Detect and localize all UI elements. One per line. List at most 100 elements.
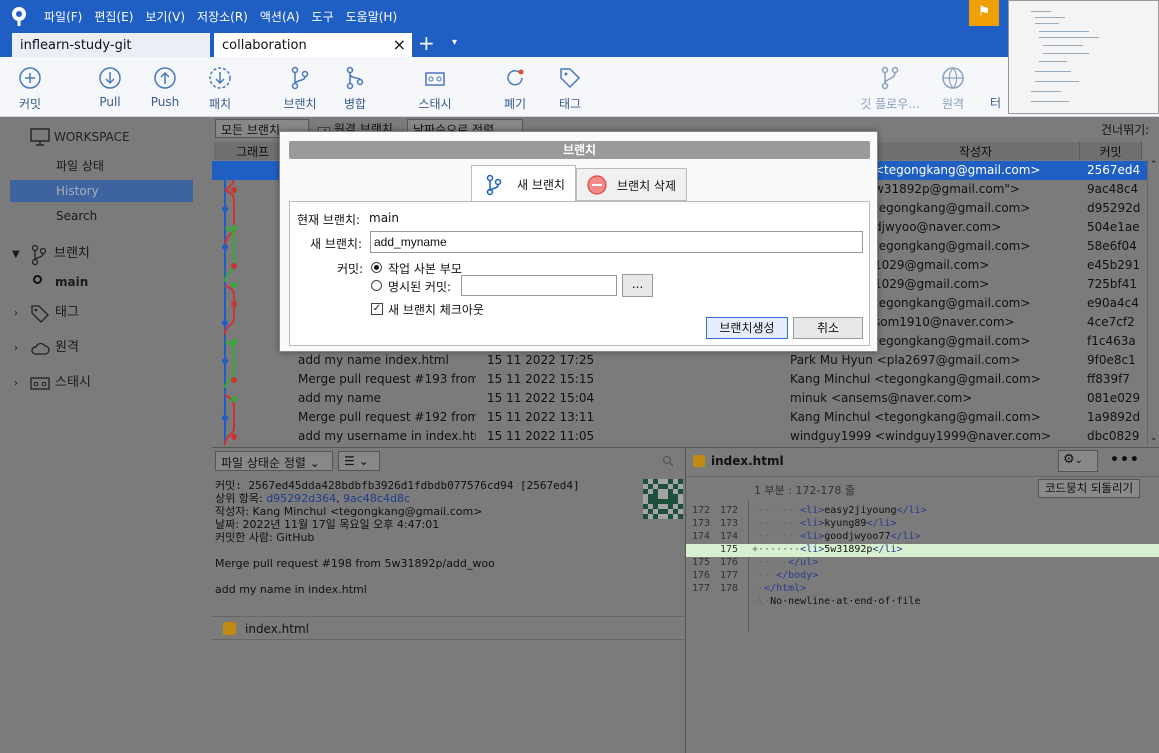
diff-text: easy2jiyoung: [824, 505, 897, 516]
chevron-right-icon[interactable]: ›: [14, 343, 18, 354]
close-tab-icon[interactable]: ×: [393, 35, 406, 54]
view-mode-dropdown[interactable]: ☰ ⌄: [338, 451, 380, 471]
diff-line-code: ········<li>kyung89</li>: [752, 518, 897, 529]
diff-indent: +·······: [752, 544, 801, 555]
notification-flag-icon[interactable]: ⚑: [969, 0, 999, 26]
tag-label: 태그: [558, 97, 582, 111]
browse-commit-button[interactable]: ...: [622, 274, 653, 297]
commit-row[interactable]: Merge pull request #193 from pi 15 11 202…: [212, 370, 1147, 389]
file-sort-dropdown[interactable]: 파일 상태순 정렬 ⌄: [215, 451, 333, 471]
commit-message: add my username in index.html: [298, 429, 476, 443]
workspace-header[interactable]: WORKSPACE: [54, 126, 204, 148]
chevron-down-icon: ⌄: [309, 456, 320, 470]
commit-author: <tegongkang@gmail.com>: [874, 163, 1041, 177]
tab-delete-branch[interactable]: 브랜치 삭제: [576, 168, 687, 201]
menu-view[interactable]: 보기(V): [145, 8, 185, 25]
create-branch-button[interactable]: 브랜치생성: [706, 317, 788, 339]
column-header-commit[interactable]: 커밋: [1080, 142, 1142, 160]
branch-button[interactable]: 브랜치: [272, 65, 328, 112]
chevron-right-icon[interactable]: ›: [14, 378, 18, 389]
sidebar-remotes-header[interactable]: 원격: [55, 337, 155, 359]
menu-actions[interactable]: 액션(A): [260, 8, 300, 25]
gear-icon: ⚙: [1063, 452, 1075, 467]
commit-hash: e90a4c4: [1087, 296, 1139, 310]
commit-row[interactable]: Merge pull request #192 from w 15 11 2022…: [212, 408, 1147, 427]
parent-link[interactable]: d95292d364: [266, 492, 336, 505]
sidebar-branches-header[interactable]: 브랜치: [54, 243, 154, 265]
diff-panel: index.html ⚙⌄ ••• 1 부분 : 172-178 줄 코드뭉치 …: [685, 447, 1159, 753]
fetch-button[interactable]: 패치: [192, 65, 248, 112]
tag-button[interactable]: 태그: [542, 65, 598, 112]
specified-commit-input[interactable]: [461, 275, 617, 296]
menu-tools[interactable]: 도구: [312, 8, 334, 25]
tab-dropdown-icon[interactable]: ▾: [452, 37, 457, 48]
menu-edit[interactable]: 편집(E): [94, 8, 133, 25]
revert-hunk-button[interactable]: 코드뭉치 되돌리기: [1038, 479, 1140, 498]
diff-text: 5w31892p: [824, 544, 873, 555]
add-tab-icon[interactable]: +: [418, 33, 435, 53]
sourcetree-logo-icon: [12, 7, 26, 26]
sidebar-item-history[interactable]: History: [10, 180, 193, 202]
new-branch-form: 현재 브랜치: main 새 브랜치: 커밋: 작업 사본 부모 명시된 커밋:…: [289, 201, 870, 346]
commit-row[interactable]: add my username in index.html 15 11 2022 …: [212, 427, 1147, 446]
sidebar-item-file-status[interactable]: 파일 상태: [56, 155, 206, 177]
tab-collaboration[interactable]: collaboration ×: [214, 33, 412, 57]
push-label: Push: [150, 95, 180, 109]
tab-inflearn-study-git[interactable]: inflearn-study-git: [12, 33, 210, 57]
menu-file[interactable]: 파일(F): [44, 8, 82, 25]
diff-line: 174 174 ········<li>goodjwyoo77</li>: [686, 531, 1159, 544]
scroll-up-icon[interactable]: ⌃: [1150, 160, 1158, 170]
new-branch-name-input[interactable]: [370, 231, 863, 253]
commit-row[interactable]: add my name index.html 15 11 2022 17:25 Pa…: [212, 351, 1147, 370]
column-header-author[interactable]: 작성자: [872, 142, 1080, 160]
gitflow-button[interactable]: 깃 플로우...: [855, 65, 925, 112]
search-icon[interactable]: [662, 455, 674, 467]
more-options-icon[interactable]: •••: [1110, 452, 1140, 468]
commit-message-line: add my name in index.html: [215, 583, 367, 596]
pull-button[interactable]: Pull: [82, 65, 138, 109]
remote-label: 원격: [941, 97, 965, 111]
sidebar-branch-main[interactable]: main: [55, 271, 155, 293]
push-button[interactable]: Push: [137, 65, 193, 109]
working-copy-parent-radio[interactable]: [371, 262, 382, 273]
commit-message: add my name index.html: [298, 353, 449, 367]
commit-author: windguy1999 <windguy1999@naver.com>: [790, 429, 1052, 443]
commit-info: 커밋: 2567ed45dda428bdbfb3926d1fdbdb077576…: [215, 479, 645, 596]
commit-button[interactable]: 커밋: [2, 65, 58, 112]
merge-button[interactable]: 병합: [327, 65, 383, 112]
diff-settings-dropdown[interactable]: ⚙⌄: [1058, 450, 1098, 472]
diff-indent: ····: [752, 570, 777, 581]
author-line: 작성자: Kang Minchul <tegongkang@gmail.com>: [215, 505, 483, 518]
old-line-number: 172: [691, 505, 710, 516]
sidebar-stashes-header[interactable]: 스태시: [55, 372, 155, 394]
scroll-down-icon[interactable]: ⌄: [1150, 433, 1158, 443]
parents-label: 상위 항목:: [215, 492, 263, 505]
specified-commit-radio[interactable]: [371, 280, 382, 291]
current-branch-indicator-icon: [33, 275, 42, 284]
commit-row[interactable]: add my name 15 11 2022 15:04 minuk <ansems…: [212, 389, 1147, 408]
stash-button[interactable]: 스태시: [407, 65, 463, 112]
sidebar-tags-header[interactable]: 태그: [55, 302, 155, 324]
discard-button[interactable]: 폐기: [487, 65, 543, 112]
workspace-monitor-icon: [30, 128, 50, 146]
chevron-down-icon[interactable]: ▼: [12, 249, 20, 260]
toolbar-overflow-label: 터: [990, 96, 1002, 110]
commit-message: add my name: [298, 391, 382, 405]
dropdown-label: 모든 브랜치: [221, 123, 281, 137]
commit-list-scrollbar[interactable]: ⌃ ⌄: [1147, 160, 1159, 445]
cancel-button[interactable]: 취소: [793, 317, 863, 339]
menu-help[interactable]: 도움말(H): [346, 8, 398, 25]
remote-button[interactable]: 원격: [925, 65, 981, 112]
chevron-right-icon[interactable]: ›: [14, 308, 18, 319]
sidebar-item-search[interactable]: Search: [56, 205, 206, 227]
new-branch-label: 새 브랜치:: [310, 237, 363, 251]
checkout-new-branch-checkbox[interactable]: ✓: [371, 303, 383, 315]
toolbar: 커밋 Pull Push 패치 브랜치 병합 스태시 폐기 태그 깃 플로우..…: [0, 57, 1159, 117]
commit-author: Park Mu Hyun <pla2697@gmail.com>: [790, 353, 1021, 367]
diff-text: goodjwyoo77: [824, 531, 891, 542]
hunk-header: 1 부분 : 172-178 줄 코드뭉치 되돌리기: [686, 476, 1159, 500]
parent-link[interactable]: 9ac48c4d8c: [343, 492, 410, 505]
changed-file-row[interactable]: index.html: [212, 616, 685, 640]
menu-repository[interactable]: 저장소(R): [197, 8, 248, 25]
tab-new-branch[interactable]: 새 브랜치: [471, 165, 576, 202]
